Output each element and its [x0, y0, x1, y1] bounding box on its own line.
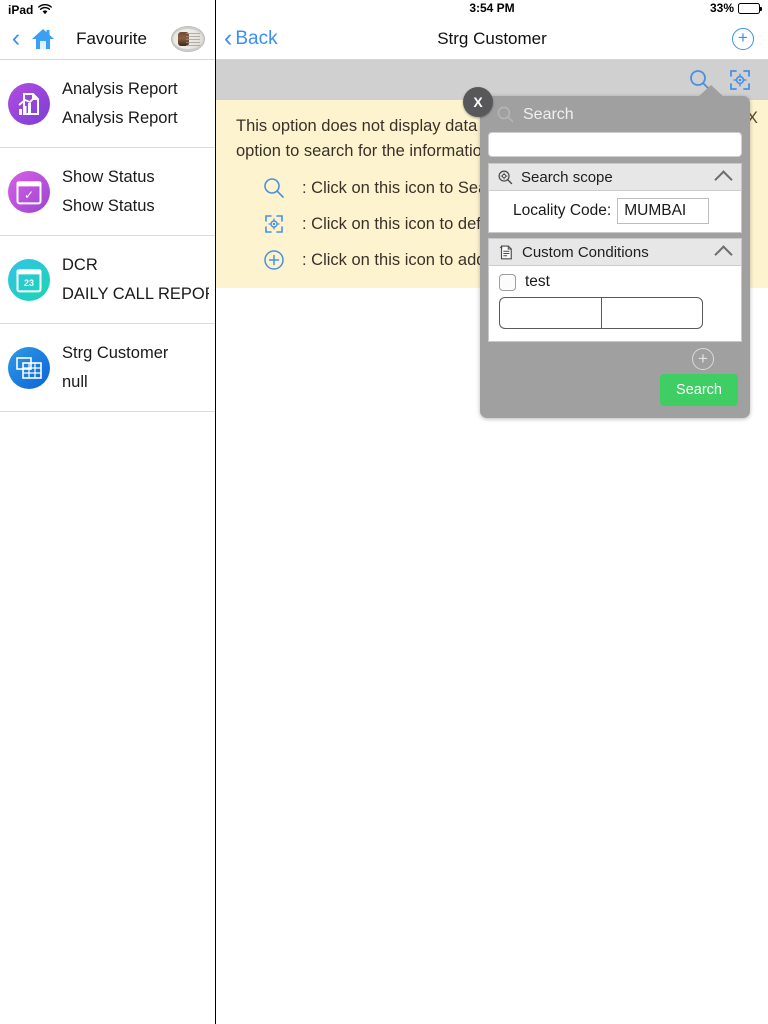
chevron-left-icon: ‹: [224, 24, 233, 52]
list-item-title: Analysis Report: [62, 79, 178, 98]
calendar-day-number: 23: [23, 277, 35, 288]
search-icon: [496, 105, 515, 124]
search-popover: X Search Search scope Locality Code: MUM…: [463, 85, 750, 418]
detail-page-title: Strg Customer: [437, 28, 547, 48]
chevron-up-icon[interactable]: [714, 169, 733, 189]
list-item-title: Show Status: [62, 167, 155, 186]
chevron-up-icon[interactable]: [714, 244, 733, 264]
section-title: Search scope: [521, 168, 613, 186]
section-body-custom-conditions: test: [488, 266, 742, 342]
popover-sections: Search scope Locality Code: MUMBAI Custo…: [488, 163, 742, 342]
search-icon: [262, 176, 286, 200]
report-document-icon: [8, 82, 50, 125]
ipad-screen: iPad ‹ Favourite Analysis Report Analysi…: [0, 0, 768, 1024]
detail-navbar: ‹ Back Strg Customer +: [216, 18, 768, 60]
search-input[interactable]: [488, 132, 742, 157]
grid-shape: [16, 356, 42, 379]
back-button[interactable]: ‹ Back: [224, 24, 278, 52]
condition-row: test: [499, 273, 731, 291]
list-item-texts: DCR DAILY CALL REPORT: [62, 256, 209, 304]
check-glyph: ✓: [23, 187, 35, 202]
list-item-title: Strg Customer: [62, 343, 169, 362]
left-status-bar: iPad: [0, 0, 215, 18]
list-item[interactable]: 23 DCR DAILY CALL REPORT: [0, 236, 215, 324]
chevron-left-icon[interactable]: ‹: [6, 26, 26, 51]
list-item-texts: Analysis Report Analysis Report: [62, 80, 178, 128]
popover-header: Search: [480, 96, 750, 132]
condition-checkbox[interactable]: [499, 273, 516, 291]
detail-toolbar: [216, 60, 768, 100]
target-locate-icon[interactable]: [728, 68, 752, 92]
plus-circle-icon[interactable]: +: [732, 27, 754, 50]
section-header-custom-conditions[interactable]: Custom Conditions: [488, 238, 742, 266]
wifi-icon: [38, 4, 53, 15]
list-item-title: DCR: [62, 255, 98, 274]
favourites-pane: iPad ‹ Favourite Analysis Report Analysi…: [0, 0, 216, 1024]
target-locate-icon: [262, 212, 286, 236]
section-body-search-scope: Locality Code: MUMBAI: [488, 191, 742, 233]
favourites-navbar: ‹ Favourite: [0, 18, 215, 60]
list-item-subtitle: DAILY CALL REPORT: [62, 284, 209, 303]
list-item-subtitle: Show Status: [62, 196, 155, 215]
battery-icon: [738, 2, 762, 14]
plus-circle-icon: [262, 248, 286, 272]
search-button[interactable]: Search: [660, 374, 738, 406]
list-item[interactable]: ✓ Show Status Show Status: [0, 148, 215, 236]
locality-code-row: Locality Code: MUMBAI: [499, 198, 731, 224]
back-button-label: Back: [235, 27, 278, 49]
popover-footer: + Search: [480, 342, 750, 418]
list-item[interactable]: Analysis Report Analysis Report: [0, 60, 215, 148]
list-item-texts: Show Status Show Status: [62, 168, 155, 216]
plus-circle-icon[interactable]: +: [692, 348, 714, 370]
condition-input-right[interactable]: [601, 297, 703, 329]
list-item-texts: Strg Customer null: [62, 344, 168, 392]
battery-indicator: 33%: [709, 1, 762, 15]
list-item-subtitle: null: [62, 372, 88, 391]
locality-code-label: Locality Code:: [513, 202, 612, 219]
popover-pointer: [698, 85, 724, 97]
battery-percent-label: 33%: [709, 1, 734, 15]
list-item-subtitle: Analysis Report: [62, 108, 178, 127]
condition-inputs: [499, 297, 731, 329]
list-item[interactable]: Strg Customer null: [0, 324, 215, 412]
avatar[interactable]: [171, 25, 205, 52]
locality-code-input[interactable]: MUMBAI: [617, 198, 710, 224]
popover-title: Search: [523, 105, 574, 123]
close-popover-button[interactable]: X: [463, 87, 493, 117]
clock: 3:54 PM: [469, 1, 515, 15]
condition-label: test: [525, 273, 550, 290]
avatar-text-lines: [186, 32, 200, 46]
section-title: Custom Conditions: [522, 243, 649, 261]
device-label: iPad: [8, 2, 34, 17]
page-title: Favourite: [76, 28, 147, 48]
condition-input-left[interactable]: [499, 297, 601, 329]
calendar-check-icon: ✓: [8, 170, 50, 213]
section-header-search-scope[interactable]: Search scope: [488, 163, 742, 191]
detail-pane: 3:54 PM 33% ‹ Back Strg Customer + X Thi…: [216, 0, 768, 1024]
custom-conditions-icon: [497, 243, 515, 261]
right-status-bar: 3:54 PM 33%: [216, 0, 768, 18]
table-grid-icon: [8, 346, 50, 389]
search-scope-icon: [497, 169, 514, 186]
calendar-23-icon: 23: [8, 258, 50, 301]
